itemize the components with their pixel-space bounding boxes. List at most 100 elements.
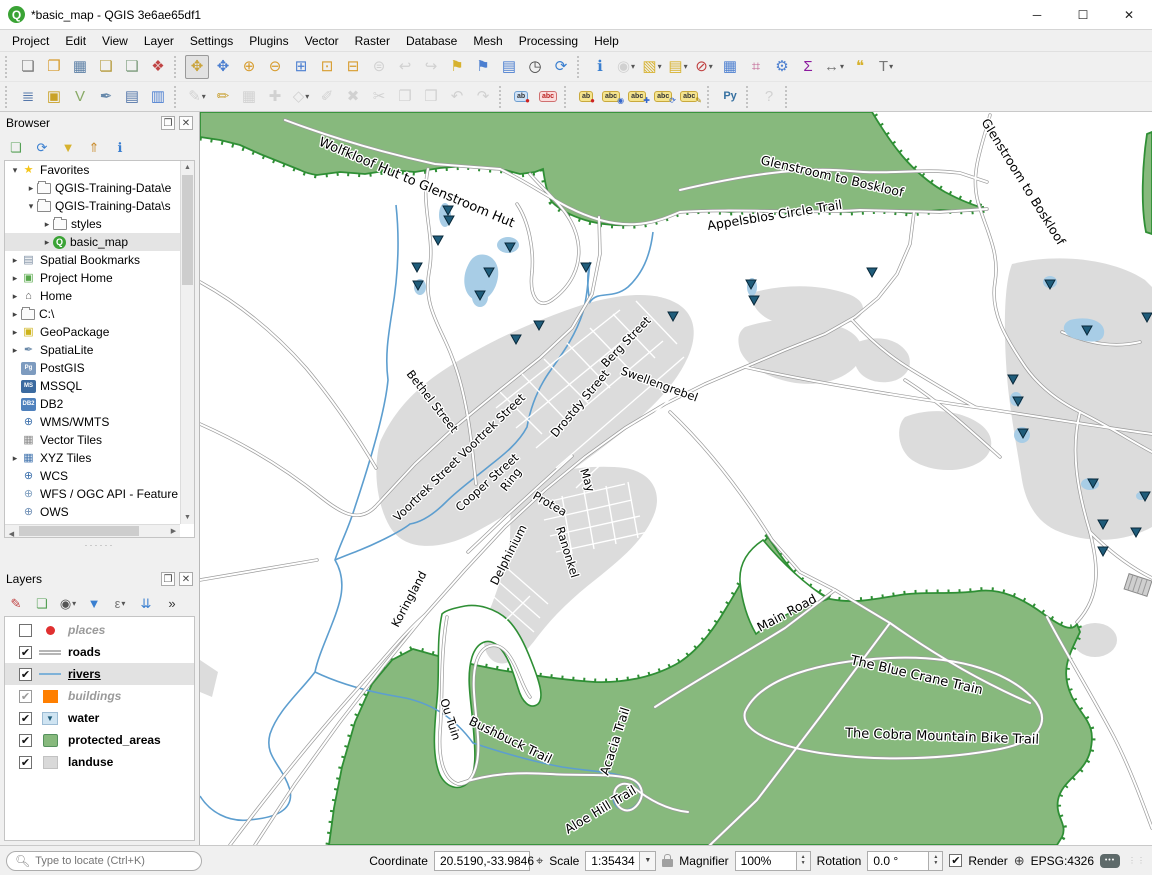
zoom-next[interactable]: ↪	[419, 55, 443, 79]
layer-checkbox[interactable]: ✔	[19, 734, 32, 747]
browser-item-styles[interactable]: ▸styles	[5, 215, 180, 233]
map-tips[interactable]: ❝	[848, 55, 872, 79]
tree-expand-arrow[interactable]: ▸	[9, 291, 21, 302]
redo[interactable]: ↷	[471, 85, 495, 109]
layer-row-buildings[interactable]: ✔buildings	[5, 685, 194, 707]
new-spatialite-layer[interactable]: ✒	[94, 85, 118, 109]
vertex-tool[interactable]: ◇▾	[289, 85, 313, 109]
map-canvas[interactable]: Wolfkloof Hut to Glenstroom HutGlenstroo…	[200, 112, 1152, 845]
menu-settings[interactable]: Settings	[182, 32, 241, 50]
scale-value[interactable]: 1:35434	[585, 851, 640, 871]
browser-item-spatial-bookmarks[interactable]: ▸▤Spatial Bookmarks	[5, 251, 180, 269]
layer-row-landuse[interactable]: ✔landuse	[5, 751, 194, 773]
rotate-label[interactable]: abc⟳	[653, 85, 677, 109]
tree-collapse-arrow[interactable]: ▾	[25, 201, 37, 212]
new-project[interactable]: ❏	[16, 55, 40, 79]
pan-to-selection[interactable]: ✥	[211, 55, 235, 79]
layer-row-places[interactable]: places	[5, 619, 194, 641]
tree-expand-arrow[interactable]: ▸	[9, 345, 21, 356]
menu-view[interactable]: View	[94, 32, 136, 50]
browser-item-geopackage[interactable]: ▸▣GeoPackage	[5, 323, 180, 341]
tree-expand-arrow[interactable]: ▸	[9, 273, 21, 284]
add-group[interactable]: ❏	[31, 592, 53, 614]
spin-arrows-icon[interactable]: ▲▼	[929, 851, 943, 871]
style-manager[interactable]: ❖	[146, 55, 170, 79]
browser-item-home[interactable]: ▸⌂Home	[5, 287, 180, 305]
scroll-thumb[interactable]	[182, 175, 193, 285]
tree-collapse-arrow[interactable]: ▾	[9, 165, 21, 176]
new-shapefile-layer[interactable]: V	[68, 85, 92, 109]
browser-properties[interactable]: ℹ	[109, 136, 131, 158]
coordinate-toggle-icon[interactable]: ⌖	[536, 853, 543, 869]
statistical-summary[interactable]: ⌗	[744, 55, 768, 79]
show-spatial-bookmarks[interactable]: ⚑	[471, 55, 495, 79]
browser-item-spatialite[interactable]: ▸✒SpatiaLite	[5, 341, 180, 359]
browser-filter[interactable]: ▼	[57, 136, 79, 158]
browser-collapse-all[interactable]: ⇑	[83, 136, 105, 158]
manage-map-themes[interactable]: ◉▾	[57, 592, 79, 614]
tree-expand-arrow[interactable]: ▸	[9, 453, 21, 464]
coordinate-value[interactable]: 20.5190,-33.9846	[434, 851, 530, 871]
tree-expand-arrow[interactable]: ▸	[9, 327, 21, 338]
datasource-manager[interactable]: ≣	[16, 85, 40, 109]
layer-row-rivers[interactable]: ✔rivers	[5, 663, 194, 685]
layer-checkbox[interactable]: ✔	[19, 668, 32, 681]
menu-edit[interactable]: Edit	[57, 32, 94, 50]
menu-help[interactable]: Help	[586, 32, 627, 50]
menu-vector[interactable]: Vector	[297, 32, 347, 50]
expand-collapse-all[interactable]: ⇊	[135, 592, 157, 614]
menu-plugins[interactable]: Plugins	[241, 32, 296, 50]
render-checkbox[interactable]: ✔	[949, 854, 962, 867]
tree-expand-arrow[interactable]: ▸	[9, 255, 21, 266]
new-virtual-layer[interactable]: ▥	[146, 85, 170, 109]
layers-close-button[interactable]: ✕	[179, 572, 193, 586]
browser-float-button[interactable]: ❐	[161, 116, 175, 130]
cut-features[interactable]: ✂	[367, 85, 391, 109]
zoom-to-layer[interactable]: ⊟	[341, 55, 365, 79]
open-attribute-table[interactable]: ▦	[718, 55, 742, 79]
menu-layer[interactable]: Layer	[136, 32, 182, 50]
pan-map[interactable]: ✥	[185, 55, 209, 79]
crs-value[interactable]: EPSG:4326	[1031, 854, 1094, 868]
browser-item-favorites[interactable]: ▾★Favorites	[5, 161, 180, 179]
layer-row-roads[interactable]: ✔roads	[5, 641, 194, 663]
open-layer-styling[interactable]: ✎	[5, 592, 27, 614]
menu-mesh[interactable]: Mesh	[465, 32, 510, 50]
layer-diagram-options[interactable]: abc	[536, 85, 560, 109]
pin-unpin-labels[interactable]: ab●	[575, 85, 599, 109]
browser-item-wfs-ogc-api-feature[interactable]: ⊕WFS / OGC API - Feature	[5, 485, 180, 503]
rotation-value[interactable]: 0.0 °	[867, 851, 929, 871]
browser-item-project-home[interactable]: ▸▣Project Home	[5, 269, 180, 287]
locator-input[interactable]	[35, 855, 185, 867]
rotation-spinbox[interactable]: 0.0 ° ▲▼	[867, 851, 943, 871]
tree-expand-arrow[interactable]: ▸	[25, 183, 37, 194]
browser-vscrollbar[interactable]: ▲ ▼	[180, 161, 194, 524]
processing-toolbox[interactable]: ⚙	[770, 55, 794, 79]
layer-checkbox[interactable]: ✔	[19, 690, 32, 703]
browser-item-wms-wmts[interactable]: ⊕WMS/WMTS	[5, 413, 180, 431]
chevron-down-icon[interactable]: ▼	[640, 851, 656, 871]
save-project[interactable]: ▦	[68, 55, 92, 79]
messages-icon[interactable]: •••	[1100, 854, 1120, 868]
change-label[interactable]: abc✎	[679, 85, 703, 109]
layer-row-protected-areas[interactable]: ✔protected_areas	[5, 729, 194, 751]
menu-project[interactable]: Project	[4, 32, 57, 50]
browser-item-xyz-tiles[interactable]: ▸▦XYZ Tiles	[5, 449, 180, 467]
show-hide-labels[interactable]: abc◉	[601, 85, 625, 109]
add-feature[interactable]: ✚	[263, 85, 287, 109]
menu-database[interactable]: Database	[398, 32, 465, 50]
layer-checkbox[interactable]	[19, 624, 32, 637]
browser-close-button[interactable]: ✕	[179, 116, 193, 130]
browser-item-postgis[interactable]: PgPostGIS	[5, 359, 180, 377]
browser-item-vector-tiles[interactable]: ▦Vector Tiles	[5, 431, 180, 449]
text-annotation[interactable]: T▾	[874, 55, 898, 79]
open-project[interactable]: ❐	[42, 55, 66, 79]
new-mesh-layer[interactable]: ▤	[120, 85, 144, 109]
move-label[interactable]: abc✚	[627, 85, 651, 109]
refresh-map[interactable]: ⟳	[549, 55, 573, 79]
filter-by-expression[interactable]: ε▾	[109, 592, 131, 614]
scroll-up-arrow[interactable]: ▲	[181, 161, 194, 174]
zoom-out[interactable]: ⊖	[263, 55, 287, 79]
scroll-right-arrow[interactable]: ▶	[167, 525, 180, 537]
minimize-button[interactable]: ─	[1014, 0, 1060, 29]
